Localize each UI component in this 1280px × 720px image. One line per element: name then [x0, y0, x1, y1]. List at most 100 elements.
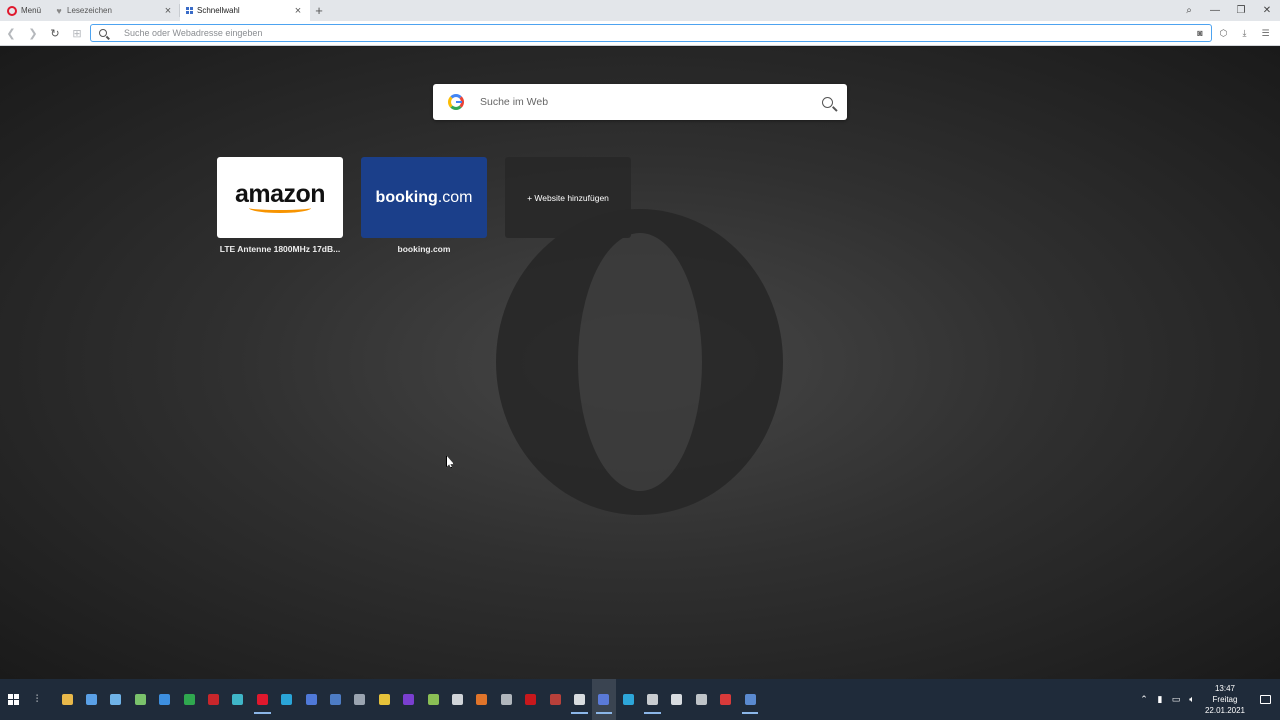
taskbar-apps	[55, 679, 762, 720]
reload-button[interactable]: ↻	[44, 22, 66, 44]
taskbar-app-red-app[interactable]	[518, 679, 542, 720]
close-window-button[interactable]: ✕	[1254, 0, 1280, 21]
steam-icon	[329, 694, 341, 705]
speed-dial-tile-add[interactable]: + Website hinzufügen	[505, 157, 631, 238]
taskbar-app-purple-app[interactable]	[396, 679, 420, 720]
tile-caption[interactable]: LTE Antenne 1800MHz 17dB...	[217, 244, 343, 254]
windows-logo-icon	[7, 694, 19, 705]
pen-icon[interactable]: ▮	[1152, 694, 1168, 705]
windows-taskbar: ⫶ ⌃ ▮ ▭ 🔈︎ 13:47 Freitag 22.01.2021	[0, 679, 1280, 720]
taskbar-app-clock-app[interactable]	[640, 679, 664, 720]
start-button[interactable]	[0, 679, 26, 720]
close-tab-icon[interactable]: ×	[292, 5, 304, 17]
search-icon[interactable]	[807, 84, 847, 120]
action-center-button[interactable]	[1250, 695, 1280, 704]
taskbar-app-network[interactable]	[79, 679, 103, 720]
web-search-box[interactable]	[433, 84, 847, 120]
minimize-button[interactable]: —	[1202, 0, 1228, 21]
taskbar-app-green-app[interactable]	[421, 679, 445, 720]
tab-strip: Menü ♥ Lesezeichen × Schnellwahl × + ⌕ —…	[0, 0, 1280, 21]
taskbar-app-file-explorer[interactable]	[55, 679, 79, 720]
green-app-icon	[427, 694, 439, 705]
media-app-icon	[598, 694, 610, 705]
cube-icon[interactable]: ⬡	[1213, 24, 1234, 42]
taskbar-app-phone-app[interactable]	[665, 679, 689, 720]
taskbar-app-blue-app[interactable]	[616, 679, 640, 720]
tab-search-icon[interactable]: ⌕	[1176, 0, 1202, 21]
taskbar-app-circle-app[interactable]	[348, 679, 372, 720]
taskbar-app-screen-app[interactable]	[714, 679, 738, 720]
address-field[interactable]: ◙	[90, 24, 1212, 42]
taskbar-app-steam[interactable]	[323, 679, 347, 720]
clock-date: 22.01.2021	[1204, 706, 1246, 715]
circle-app-icon	[354, 694, 366, 705]
opera-logo-icon	[7, 5, 17, 16]
tab-strip-spacer	[328, 0, 1176, 21]
tray-overflow-icon[interactable]: ⌃	[1136, 694, 1152, 705]
tab-bookmarks[interactable]: ♥ Lesezeichen ×	[50, 0, 180, 21]
snapshot-camera-icon[interactable]: ◙	[1189, 28, 1211, 38]
phone-app-icon	[671, 694, 683, 705]
tile-caption[interactable]: booking.com	[361, 244, 487, 254]
taskbar-app-tool2-app[interactable]	[567, 679, 591, 720]
yellow-app-icon	[378, 694, 390, 705]
taskbar-app-dark-app[interactable]	[494, 679, 518, 720]
close-tab-icon[interactable]: ×	[162, 5, 174, 17]
tab-speed-dial[interactable]: Schnellwahl ×	[180, 0, 310, 21]
address-input[interactable]	[115, 28, 1189, 38]
clock[interactable]: 13:47 Freitag 22.01.2021	[1200, 683, 1250, 716]
add-website-button[interactable]: + Website hinzufügen	[505, 157, 631, 238]
task-view-icon[interactable]: ⫶	[26, 694, 48, 705]
taskbar-app-steam2-app[interactable]	[738, 679, 762, 720]
taskbar-app-remote[interactable]	[226, 679, 250, 720]
taskbar-app-rar-app[interactable]	[543, 679, 567, 720]
opera-background-logo	[496, 209, 783, 515]
clock-app-icon	[647, 694, 659, 705]
heart-icon: ♥	[56, 5, 62, 16]
network-icon	[86, 694, 98, 705]
speed-dial-tile-amazon[interactable]: amazon LTE Antenne 1800MHz 17dB...	[217, 157, 343, 254]
screen-app-icon	[720, 694, 732, 705]
taskbar-app-orange-app[interactable]	[470, 679, 494, 720]
taskbar-app-spreadsheet[interactable]	[177, 679, 201, 720]
menu-label: Menü	[21, 6, 42, 15]
spreadsheet-icon	[183, 694, 195, 705]
taskbar-app-yellow-app[interactable]	[372, 679, 396, 720]
notification-icon	[1259, 695, 1271, 704]
taskbar-app-terminal-app[interactable]	[689, 679, 713, 720]
speed-dial-grid-icon[interactable]: ⊞	[66, 22, 88, 44]
web-search-input[interactable]	[480, 96, 807, 108]
file-explorer-icon	[61, 694, 73, 705]
restore-button[interactable]: ❐	[1228, 0, 1254, 21]
google-icon	[448, 94, 464, 110]
edge-icon	[281, 694, 293, 705]
taskbar-app-notepad[interactable]	[104, 679, 128, 720]
back-button[interactable]: ❮	[0, 22, 22, 44]
booking-logo[interactable]: booking.com	[361, 157, 487, 238]
speed-dial-icon	[184, 6, 194, 16]
blue-app-icon	[622, 694, 634, 705]
opera-menu-button[interactable]: Menü	[0, 0, 50, 21]
taskbar-app-browser[interactable]	[299, 679, 323, 720]
remote-icon	[232, 694, 244, 705]
speed-dial-page: amazon LTE Antenne 1800MHz 17dB... booki…	[0, 47, 1280, 679]
rar-app-icon	[549, 694, 561, 705]
taskbar-app-gear-app[interactable]	[445, 679, 469, 720]
tab-label: Lesezeichen	[67, 6, 112, 15]
download-icon[interactable]: ⤓	[1234, 24, 1255, 42]
taskbar-app-edge[interactable]	[275, 679, 299, 720]
speed-dial-tile-booking[interactable]: booking.com booking.com	[361, 157, 487, 254]
taskbar-app-media-app[interactable]	[591, 679, 616, 720]
amazon-logo[interactable]: amazon	[217, 157, 343, 238]
volume-icon[interactable]: 🔈︎	[1184, 694, 1200, 705]
red-app-icon	[525, 694, 537, 705]
new-tab-button[interactable]: +	[310, 0, 328, 21]
taskbar-app-tool[interactable]	[128, 679, 152, 720]
steam2-app-icon	[744, 694, 756, 705]
taskbar-app-cloud[interactable]	[153, 679, 177, 720]
easy-setup-icon[interactable]: ☰	[1255, 24, 1276, 42]
taskbar-app-filezilla[interactable]	[201, 679, 225, 720]
taskbar-app-opera[interactable]	[250, 679, 274, 720]
forward-button[interactable]: ❯	[22, 22, 44, 44]
network-icon[interactable]: ▭	[1168, 694, 1184, 705]
